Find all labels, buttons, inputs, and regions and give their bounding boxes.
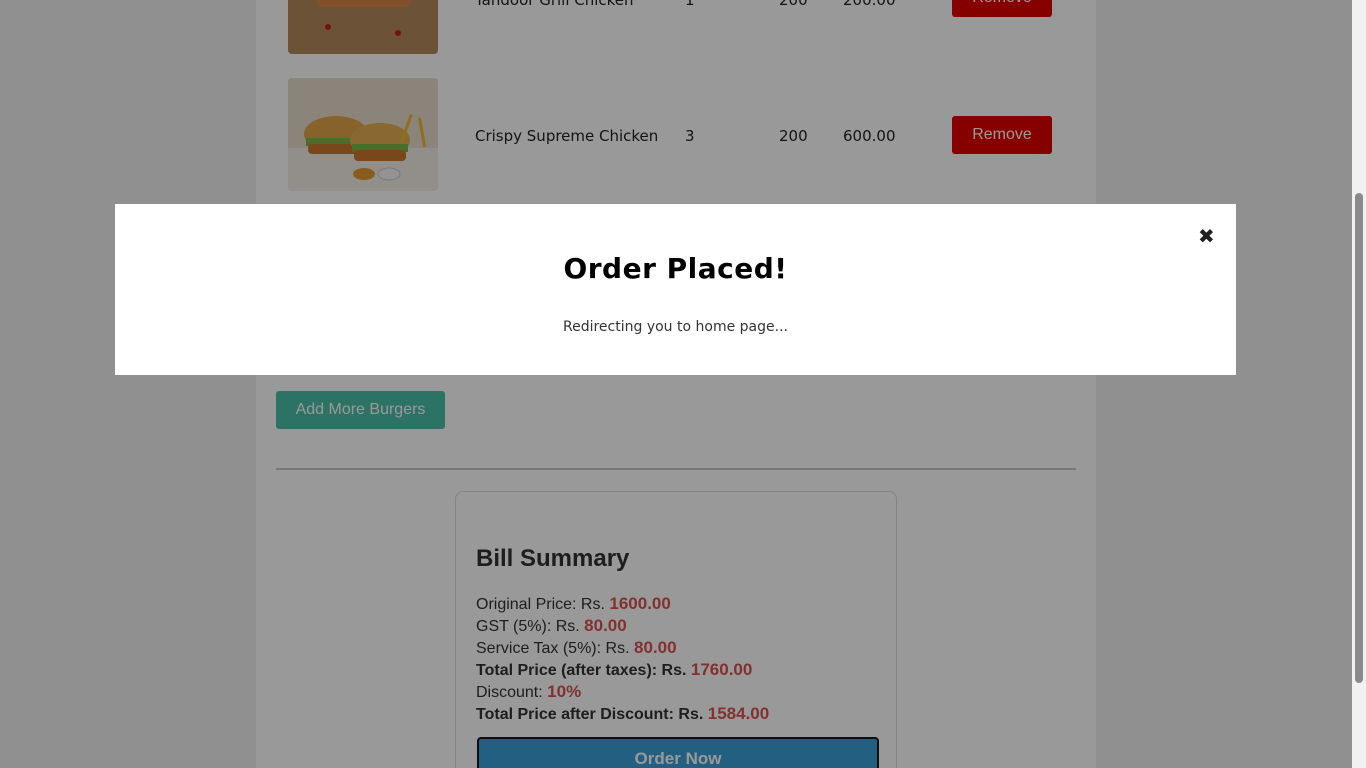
modal-backdrop[interactable] xyxy=(0,0,1352,768)
close-icon[interactable]: ✖ xyxy=(1198,224,1215,249)
modal-message: Redirecting you to home page... xyxy=(563,319,788,335)
modal-title: Order Placed! xyxy=(563,252,788,285)
scrollbar-thumb[interactable] xyxy=(1355,193,1363,683)
scrollbar[interactable] xyxy=(1352,0,1366,768)
order-placed-modal: ✖ Order Placed! Redirecting you to home … xyxy=(115,204,1236,375)
